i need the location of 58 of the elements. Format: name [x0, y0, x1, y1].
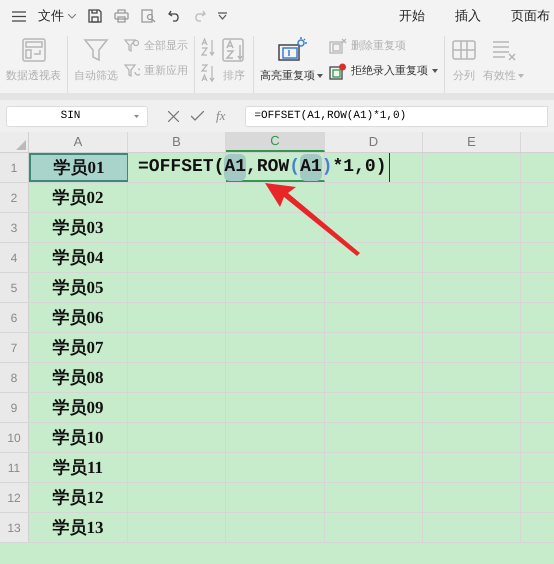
table-cell: 学员11	[29, 453, 128, 482]
row-header[interactable]: 6	[0, 303, 29, 332]
row-header[interactable]: 5	[0, 273, 29, 302]
table-cell: 学员13	[29, 513, 128, 542]
row-header[interactable]: 2	[0, 183, 29, 212]
reject-duplicates-icon	[329, 62, 347, 80]
ribbon-tab[interactable]: 开始	[399, 6, 425, 26]
row-header[interactable]: 11	[0, 453, 29, 482]
row-header[interactable]: 8	[0, 363, 29, 392]
column-header[interactable]: E	[423, 132, 521, 152]
cell-editor[interactable]: =OFFSET(A1,ROW(A1)*1,0)	[138, 153, 390, 182]
highlight-duplicates-icon	[276, 36, 306, 64]
column-header[interactable]: C	[226, 132, 325, 152]
chevron-down-icon	[68, 14, 76, 18]
table-cell: 学员08	[29, 363, 128, 392]
table-cell: 学员02	[29, 183, 128, 212]
dropdown-caret-icon	[134, 114, 139, 118]
row-header[interactable]: 3	[0, 213, 29, 242]
print-preview-icon[interactable]	[141, 9, 156, 23]
cancel-icon[interactable]	[168, 110, 179, 122]
row-header[interactable]: 10	[0, 423, 29, 452]
reapply-icon	[124, 62, 140, 79]
row-header[interactable]: 13	[0, 513, 29, 542]
row-header[interactable]: 9	[0, 393, 29, 422]
table-cell: 学员12	[29, 483, 128, 512]
filter-icon	[83, 37, 109, 63]
ribbon-tab[interactable]: 插入	[455, 6, 481, 26]
remove-duplicates-icon	[329, 38, 347, 54]
column-header[interactable]: D	[325, 132, 423, 152]
pivot-table-icon	[20, 37, 46, 63]
row-header[interactable]: 4	[0, 243, 29, 272]
row-header[interactable]: 12	[0, 483, 29, 512]
table-cell: 学员09	[29, 393, 128, 422]
table-cell: 学员04	[29, 243, 128, 272]
save-icon[interactable]	[88, 9, 102, 23]
column-header[interactable]: A	[29, 132, 128, 152]
table-cell: 学员03	[29, 213, 128, 242]
show-all-icon	[124, 38, 140, 54]
table-cell: 学员06	[29, 303, 128, 332]
file-menu[interactable]: 文件	[38, 6, 76, 26]
confirm-icon[interactable]	[191, 111, 204, 121]
sort-icon	[221, 37, 247, 63]
row-header[interactable]: 7	[0, 333, 29, 362]
ribbon-button[interactable]: 高亮重复项	[260, 36, 323, 84]
undo-icon[interactable]	[168, 10, 181, 22]
customize-caret-icon[interactable]	[218, 12, 227, 20]
table-cell: 学员01	[29, 153, 128, 182]
print-icon[interactable]	[114, 9, 129, 23]
table-cell: 学员07	[29, 333, 128, 362]
menu-icon[interactable]	[12, 10, 26, 22]
function-icon[interactable]: fx	[216, 106, 226, 126]
formula-input[interactable]: =OFFSET(A1,ROW(A1)*1,0)	[245, 106, 548, 126]
ribbon-tab[interactable]: 页面布	[511, 6, 550, 26]
name-box[interactable]: SIN	[6, 106, 148, 126]
table-cell: 学员10	[29, 423, 128, 452]
row-header[interactable]: 1	[0, 153, 29, 182]
ribbon-button[interactable]: 拒绝录入重复项	[329, 62, 438, 80]
table-cell: 学员05	[29, 273, 128, 302]
